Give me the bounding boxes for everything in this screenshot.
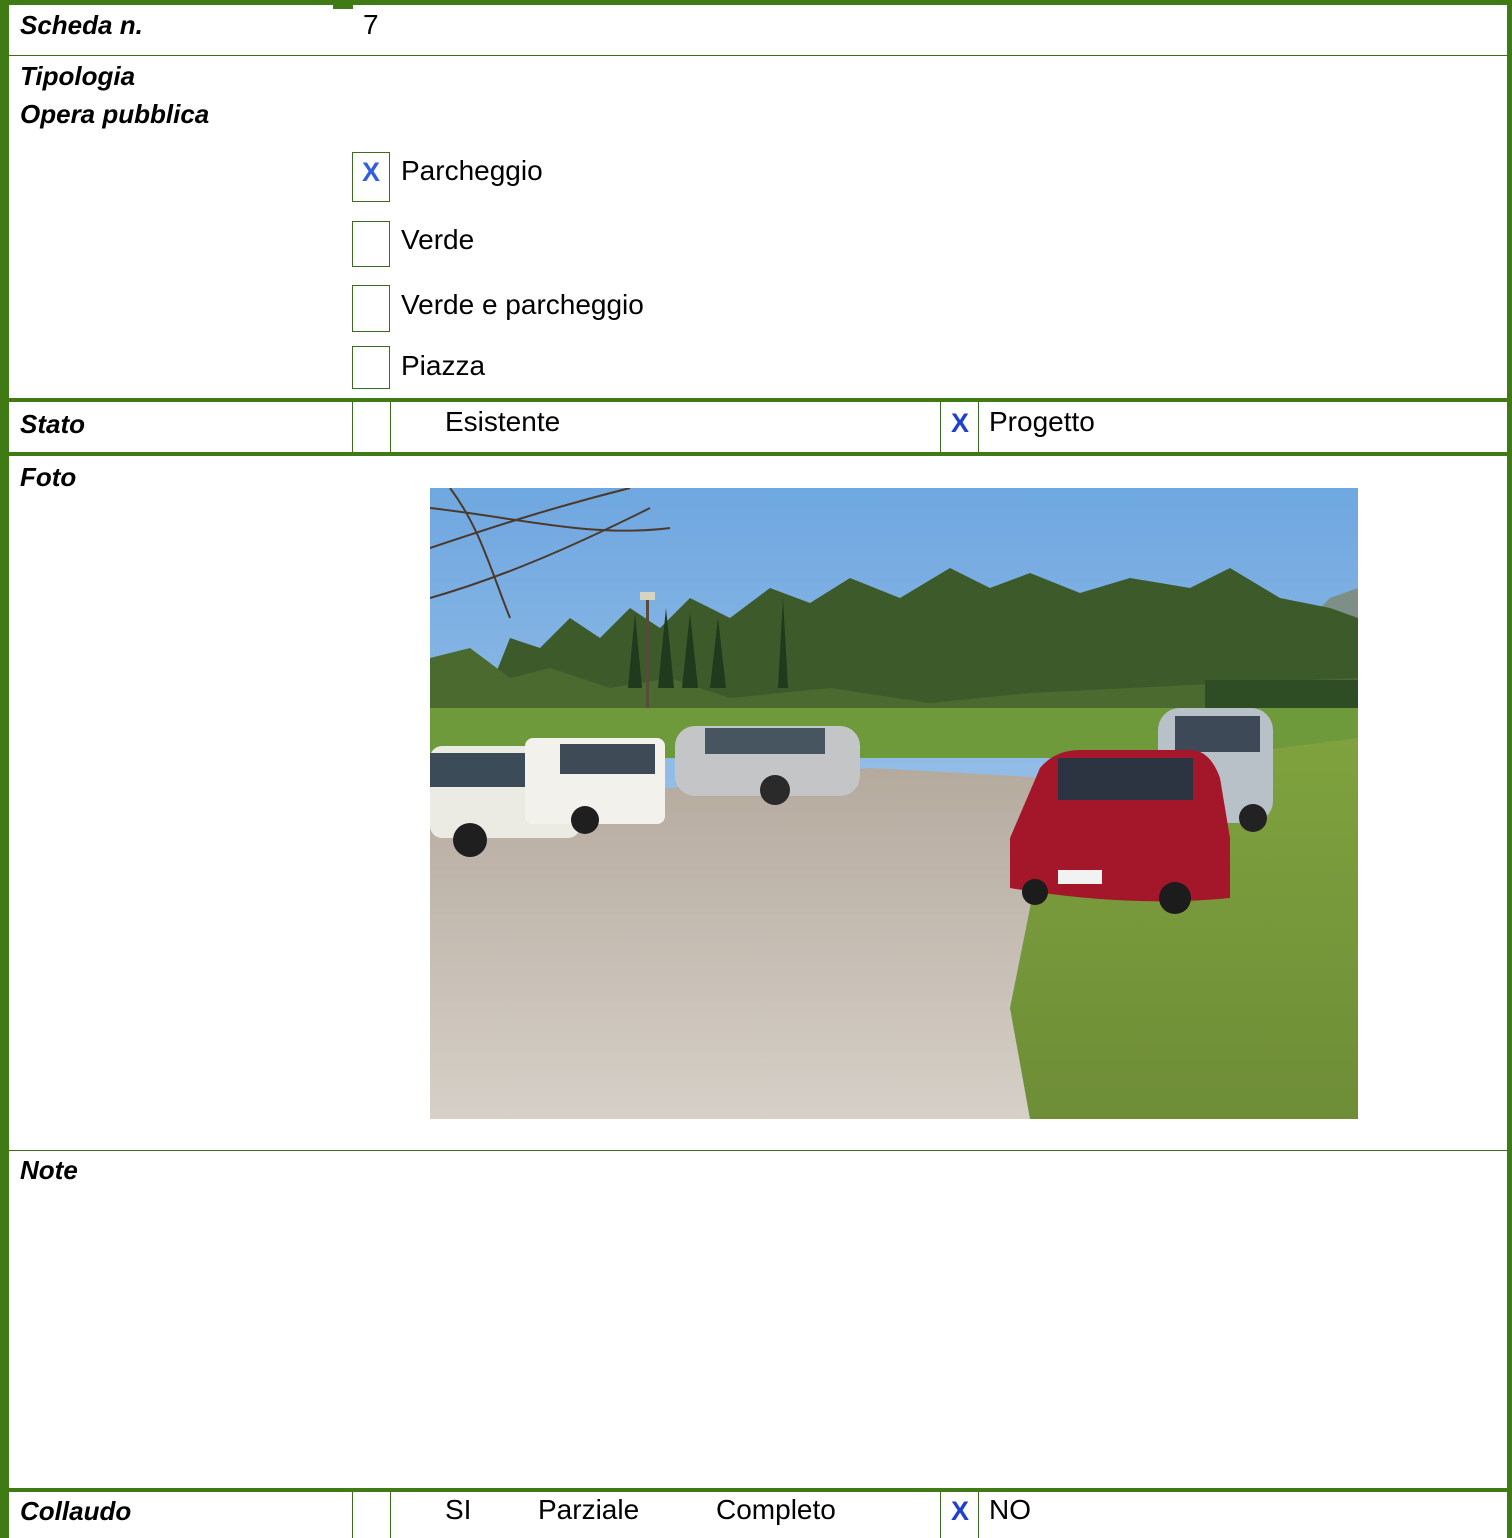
top-tab bbox=[333, 0, 353, 9]
tipologia-label: Tipologia bbox=[20, 61, 136, 91]
cell-border bbox=[352, 402, 353, 452]
parking-lot-photo bbox=[430, 488, 1358, 1119]
no-check-mark[interactable]: X bbox=[941, 1496, 979, 1526]
divider bbox=[9, 1150, 1507, 1151]
piazza-label: Piazza bbox=[401, 350, 486, 381]
divider bbox=[9, 1488, 1507, 1492]
cell-border bbox=[390, 402, 391, 452]
parcheggio-check-mark: X bbox=[361, 157, 380, 187]
verde-label: Verde bbox=[401, 224, 475, 255]
verde-e-parcheggio-checkbox[interactable] bbox=[352, 285, 390, 332]
foto-label: Foto bbox=[20, 462, 77, 492]
verde-e-parcheggio-label: Verde e parcheggio bbox=[401, 289, 644, 320]
cell-border bbox=[352, 1492, 353, 1538]
progetto-label: Progetto bbox=[989, 406, 1095, 437]
divider bbox=[9, 55, 1507, 56]
note-area[interactable] bbox=[9, 1190, 1507, 1485]
divider bbox=[9, 398, 1507, 402]
stato-label: Stato bbox=[20, 409, 85, 439]
completo-label: Completo bbox=[716, 1494, 836, 1525]
piazza-checkbox[interactable] bbox=[352, 346, 390, 389]
scheda-value[interactable]: 7 bbox=[363, 9, 379, 41]
scheda-label: Scheda n. bbox=[20, 10, 143, 40]
parziale-label: Parziale bbox=[538, 1494, 640, 1525]
note-label: Note bbox=[20, 1155, 78, 1185]
cell-border bbox=[390, 1492, 391, 1538]
esistente-label: Esistente bbox=[445, 406, 561, 437]
progetto-check-mark[interactable]: X bbox=[941, 408, 979, 438]
si-label: SI bbox=[445, 1494, 472, 1525]
divider bbox=[9, 452, 1507, 456]
no-label: NO bbox=[989, 1494, 1031, 1525]
opera-pubblica-label: Opera pubblica bbox=[20, 99, 210, 129]
collaudo-label: Collaudo bbox=[20, 1496, 132, 1526]
verde-checkbox[interactable] bbox=[352, 221, 390, 267]
form-sheet: Scheda n. 7 Tipologia Opera pubblica X P… bbox=[0, 0, 1512, 1538]
parcheggio-label: Parcheggio bbox=[401, 155, 543, 186]
